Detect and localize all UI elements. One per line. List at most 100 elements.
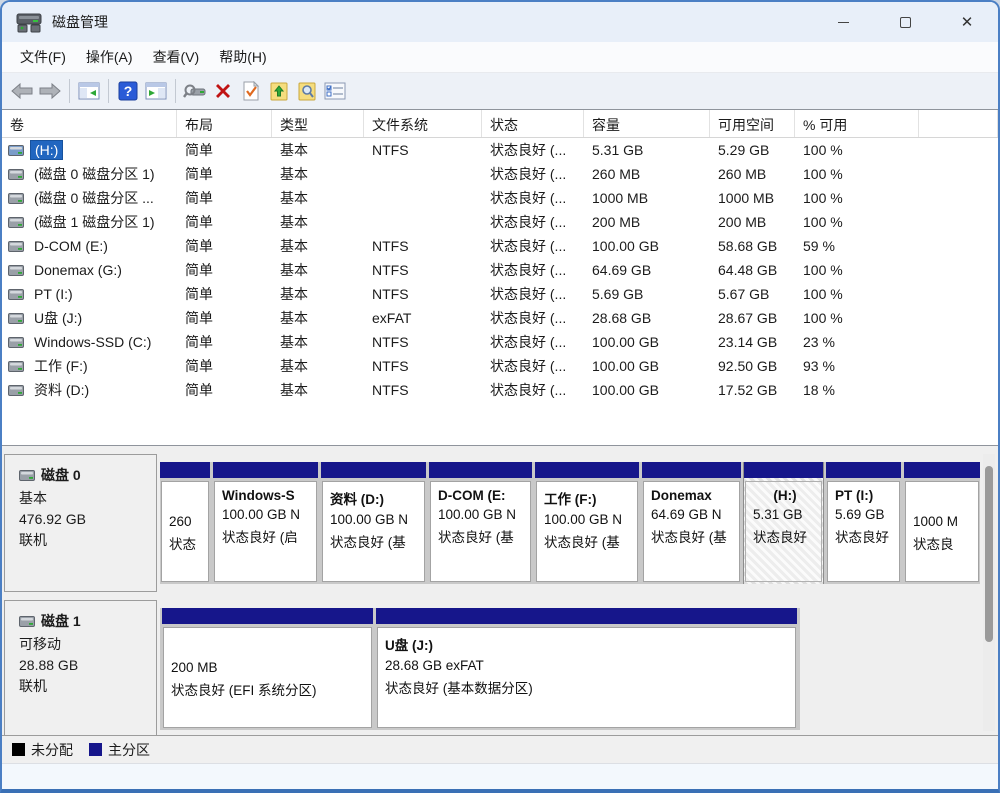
volume-cell: PT (I:) [2, 285, 177, 303]
disk-status: 联机 [19, 530, 156, 550]
primary-partition-color-chip [89, 743, 102, 756]
layout-cell: 简单 [177, 380, 272, 400]
status-cell: 状态良好 (... [482, 212, 584, 232]
menu-help[interactable]: 帮助(H) [209, 43, 276, 71]
capacity-cell: 64.69 GB [584, 262, 710, 278]
partition-block[interactable]: Windows-S100.00 GB N状态良好 (启 [213, 462, 318, 584]
show-action-pane-icon[interactable] [142, 78, 170, 104]
disk-band-1: 200 MB状态良好 (EFI 系统分区)U盘 (J:)28.68 GB exF… [160, 608, 800, 730]
disk-name-text: 磁盘 1 [41, 611, 81, 631]
partition-color-bar [904, 462, 980, 478]
column-header-free[interactable]: 可用空间 [710, 110, 795, 137]
pct-free-cell: 59 % [795, 238, 919, 254]
partition-title: Windows-S [222, 488, 312, 503]
volume-row[interactable]: D-COM (E:)简单基本NTFS状态良好 (...100.00 GB58.6… [2, 234, 998, 258]
volume-row[interactable]: (磁盘 1 磁盘分区 1)简单基本状态良好 (...200 MB200 MB10… [2, 210, 998, 234]
volume-row[interactable]: 资料 (D:)简单基本NTFS状态良好 (...100.00 GB17.52 G… [2, 378, 998, 402]
column-header-pct-free[interactable]: % 可用 [795, 110, 919, 137]
partition-info-line: 状态 [169, 533, 204, 553]
volume-row[interactable]: U盘 (J:)简单基本exFAT状态良好 (...28.68 GB28.67 G… [2, 306, 998, 330]
disk-status: 联机 [19, 676, 156, 696]
capacity-cell: 100.00 GB [584, 238, 710, 254]
properties-list-icon[interactable] [321, 78, 349, 104]
partition-body: 工作 (F:)100.00 GB N状态良好 (基 [536, 481, 638, 582]
volume-row[interactable]: PT (I:)简单基本NTFS状态良好 (...5.69 GB5.67 GB10… [2, 282, 998, 306]
filesystem-cell: NTFS [364, 358, 482, 374]
capacity-cell: 100.00 GB [584, 382, 710, 398]
volume-cell: 资料 (D:) [2, 379, 177, 401]
close-button[interactable]: ✕ [936, 2, 998, 42]
free-space-cell: 200 MB [710, 214, 795, 230]
toolbar-separator [108, 79, 109, 103]
volume-cell: (H:) [2, 140, 177, 160]
partition-block[interactable]: 工作 (F:)100.00 GB N状态良好 (基 [535, 462, 639, 584]
graphical-view-pane: 磁盘 0基本476.92 GB联机 260 状态 Windows-S100.00 GB… [2, 446, 998, 735]
layout-cell: 简单 [177, 164, 272, 184]
column-header-status[interactable]: 状态 [482, 110, 584, 137]
explore-icon[interactable] [293, 78, 321, 104]
type-cell: 基本 [272, 236, 364, 256]
volume-row[interactable]: 工作 (F:)简单基本NTFS状态良好 (...100.00 GB92.50 G… [2, 354, 998, 378]
disk-name: 磁盘 0 [19, 465, 156, 485]
partition-block[interactable]: 资料 (D:)100.00 GB N状态良好 (基 [321, 462, 426, 584]
partition-body: U盘 (J:)28.68 GB exFAT状态良好 (基本数据分区) [377, 627, 796, 728]
volume-row[interactable]: (磁盘 0 磁盘分区 1)简单基本状态良好 (...260 MB260 MB10… [2, 162, 998, 186]
filesystem-cell: NTFS [364, 334, 482, 350]
menu-file[interactable]: 文件(F) [10, 43, 76, 71]
partition-info-line: 状态良好 (启 [222, 526, 312, 546]
scrollbar-thumb[interactable] [985, 466, 993, 642]
column-header-capacity[interactable]: 容量 [584, 110, 710, 137]
partition-body: PT (I:)5.69 GB状态良好 [827, 481, 900, 582]
partition-block[interactable]: 200 MB状态良好 (EFI 系统分区) [162, 608, 373, 730]
partition-block[interactable]: 260 状态 [160, 462, 210, 584]
mark-partition-icon[interactable] [237, 78, 265, 104]
free-space-cell: 1000 MB [710, 190, 795, 206]
volume-name: Windows-SSD (C:) [30, 333, 155, 351]
status-cell: 状态良好 (... [482, 188, 584, 208]
open-icon[interactable] [265, 78, 293, 104]
partition-block[interactable]: (H:)5.31 GB状态良好 [744, 462, 823, 584]
volume-cell: U盘 (J:) [2, 307, 177, 329]
vertical-scrollbar[interactable] [983, 454, 995, 731]
disk-drive-icon [8, 289, 24, 300]
partition-color-bar [321, 462, 426, 478]
partition-title: D-COM (E: [438, 488, 526, 503]
partition-info-line: 260 [169, 514, 204, 529]
delete-icon[interactable] [209, 78, 237, 104]
rescan-disks-icon[interactable] [181, 78, 209, 104]
volume-row[interactable]: (H:)简单基本NTFS状态良好 (...5.31 GB5.29 GB100 % [2, 138, 998, 162]
partition-block[interactable]: 1000 M状态良 [904, 462, 980, 584]
type-cell: 基本 [272, 164, 364, 184]
volume-row[interactable]: Donemax (G:)简单基本NTFS状态良好 (...64.69 GB64.… [2, 258, 998, 282]
menu-view[interactable]: 查看(V) [143, 43, 210, 71]
disk-drive-icon [19, 470, 35, 481]
volume-cell: Windows-SSD (C:) [2, 333, 177, 351]
column-header-type[interactable]: 类型 [272, 110, 364, 137]
unallocated-color-chip [12, 743, 25, 756]
maximize-button[interactable] [874, 2, 936, 42]
legend-bar: 未分配 主分区 [2, 735, 998, 763]
forward-icon[interactable] [36, 78, 64, 104]
volume-row[interactable]: (磁盘 0 磁盘分区 ...简单基本状态良好 (...1000 MB1000 M… [2, 186, 998, 210]
column-header-volume[interactable]: 卷 [2, 110, 177, 137]
menu-action[interactable]: 操作(A) [76, 43, 143, 71]
partition-block[interactable]: PT (I:)5.69 GB状态良好 [826, 462, 901, 584]
status-cell: 状态良好 (... [482, 308, 584, 328]
partition-block[interactable]: U盘 (J:)28.68 GB exFAT状态良好 (基本数据分区) [376, 608, 797, 730]
pct-free-cell: 100 % [795, 214, 919, 230]
free-space-cell: 5.67 GB [710, 286, 795, 302]
minimize-button[interactable] [812, 2, 874, 42]
toolbar-separator [69, 79, 70, 103]
type-cell: 基本 [272, 332, 364, 352]
help-icon[interactable]: ? [114, 78, 142, 104]
disk-label-0[interactable]: 磁盘 0基本476.92 GB联机 [4, 454, 157, 592]
disk-label-1[interactable]: 磁盘 1可移动28.88 GB联机 [4, 600, 157, 735]
partition-block[interactable]: Donemax64.69 GB N状态良好 (基 [642, 462, 741, 584]
column-header-layout[interactable]: 布局 [177, 110, 272, 137]
show-console-tree-icon[interactable] [75, 78, 103, 104]
partition-block[interactable]: D-COM (E:100.00 GB N状态良好 (基 [429, 462, 532, 584]
back-icon[interactable] [8, 78, 36, 104]
column-header-filesystem[interactable]: 文件系统 [364, 110, 482, 137]
pct-free-cell: 100 % [795, 190, 919, 206]
volume-row[interactable]: Windows-SSD (C:)简单基本NTFS状态良好 (...100.00 … [2, 330, 998, 354]
